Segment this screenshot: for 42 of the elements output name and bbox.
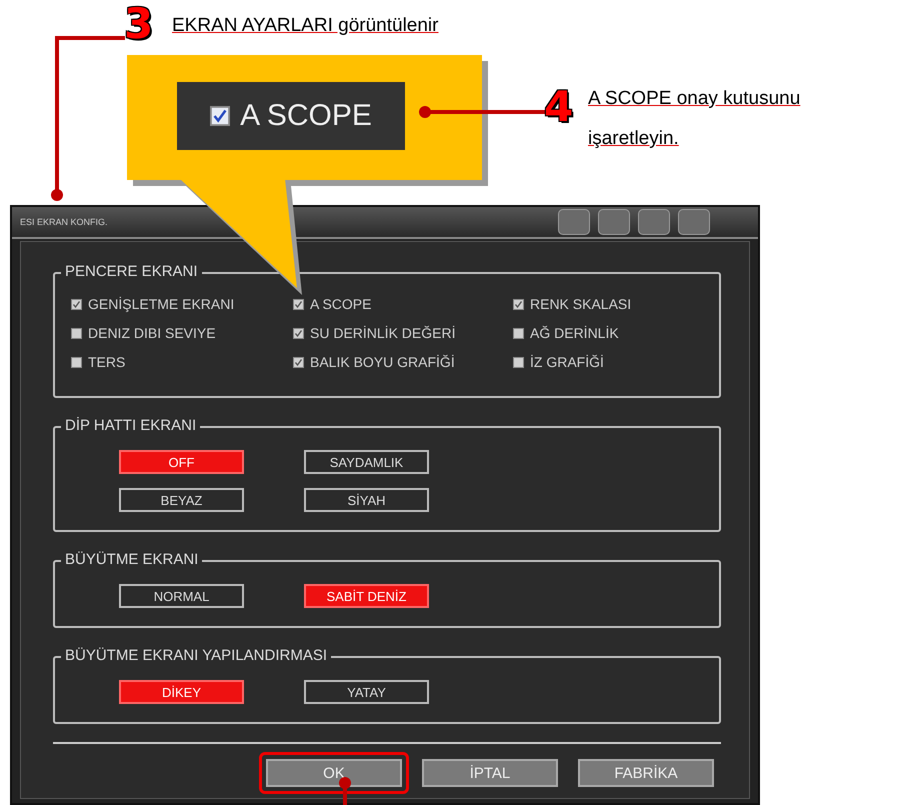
- checkbox-label: İZ GRAFİĞİ: [530, 354, 604, 370]
- checkbox[interactable]: [71, 298, 82, 310]
- checkbox[interactable]: [210, 106, 230, 126]
- option-button[interactable]: BEYAZ: [119, 488, 244, 512]
- checkbox[interactable]: [513, 298, 524, 310]
- checkbox-label: RENK SKALASI: [530, 296, 632, 312]
- checkbox-label: GENİŞLETME EKRANI: [88, 296, 234, 312]
- checkbox[interactable]: [293, 356, 304, 368]
- checkbox[interactable]: [71, 356, 82, 368]
- instruction-text: işaretleyin.: [588, 128, 679, 150]
- checkbox-label: AĞ DERİNLİK: [530, 325, 619, 341]
- checkbox-label: DENIZ DIBI SEVIYE: [88, 325, 216, 341]
- option-button[interactable]: DİKEY: [119, 680, 244, 704]
- checkbox[interactable]: [513, 328, 524, 338]
- step-number: 3: [124, 3, 154, 45]
- checkbox-label: A SCOPE: [310, 296, 372, 312]
- instruction-text: EKRAN AYARLARI görüntülenir: [172, 15, 438, 37]
- checkbox-label: SU DERİNLİK DEĞERİ: [310, 325, 456, 341]
- option-button[interactable]: NORMAL: [119, 584, 244, 608]
- instruction-text: A SCOPE onay kutusunu: [588, 88, 800, 110]
- toolbar-icon[interactable]: [638, 209, 670, 235]
- step-number: 4: [544, 86, 574, 128]
- toolbar-icon[interactable]: [598, 209, 630, 235]
- checkbox-label: BALIK BOYU GRAFİĞİ: [310, 354, 455, 370]
- option-button[interactable]: SİYAH: [304, 488, 429, 512]
- option-button[interactable]: SAYDAMLIK: [304, 450, 429, 474]
- checkbox-label: A SCOPE: [240, 99, 372, 133]
- toolbar-icon[interactable]: [678, 209, 710, 235]
- option-button[interactable]: YATAY: [304, 680, 429, 704]
- checkbox-label: TERS: [88, 354, 126, 370]
- dialog-button[interactable]: OK: [266, 759, 402, 787]
- checkbox[interactable]: [293, 298, 304, 310]
- leader-line: [339, 777, 351, 805]
- window-title: ESI EKRAN KONFIG.: [20, 217, 108, 227]
- checkbox[interactable]: [513, 356, 524, 368]
- dialog-button[interactable]: İPTAL: [422, 759, 558, 787]
- toolbar-icon[interactable]: [558, 209, 590, 235]
- option-button[interactable]: SABİT DENİZ: [304, 584, 429, 608]
- checkbox[interactable]: [71, 328, 82, 338]
- checkbox[interactable]: [293, 328, 304, 338]
- dialog-button[interactable]: FABRİKA: [578, 759, 714, 787]
- option-button[interactable]: OFF: [119, 450, 244, 474]
